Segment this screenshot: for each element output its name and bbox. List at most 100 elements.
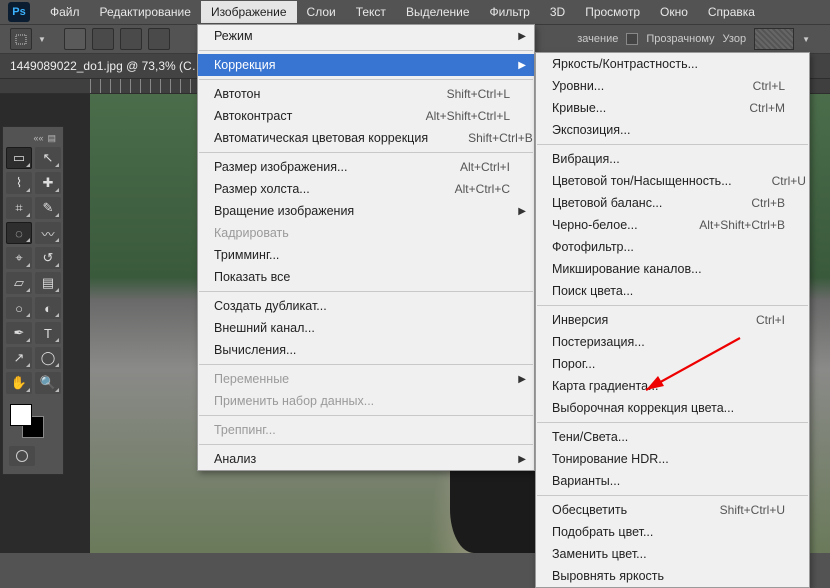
adjust-menu-item-3[interactable]: Экспозиция... [536,119,809,141]
menu-3d[interactable]: 3D [540,1,575,23]
tool-blur[interactable]: ○ [6,297,32,319]
tool-quick-select[interactable]: ✚ [35,172,61,194]
menu-item-shortcut: Ctrl+I [756,313,785,327]
tool-type[interactable]: T [35,322,61,344]
image-menu-item-10[interactable]: Вращение изображения▶ [198,200,534,222]
menu-редактирование[interactable]: Редактирование [90,1,201,23]
image-menu-item-6[interactable]: Автоматическая цветовая коррекцияShift+C… [198,127,534,149]
image-menu: Режим▶ Коррекция▶ АвтотонShift+Ctrl+LАвток… [197,24,535,471]
image-menu-item-16[interactable]: Внешний канал... [198,317,534,339]
adjust-menu-item-2[interactable]: Кривые...Ctrl+M [536,97,809,119]
panel-collapse-icon[interactable]: «« [33,133,43,143]
tool-lasso[interactable]: ⌇ [6,172,32,194]
menu-item-label: Порог... [552,357,785,371]
menu-фильтр[interactable]: Фильтр [480,1,540,23]
adjust-menu-item-11[interactable]: Поиск цвета... [536,280,809,302]
menu-item-label: Инверсия [552,313,756,327]
tool-zoom[interactable]: 🔍 [35,372,61,394]
image-menu-item-17[interactable]: Вычисления... [198,339,534,361]
menu-просмотр[interactable]: Просмотр [575,1,650,23]
menu-справка[interactable]: Справка [698,1,765,23]
new-selection-button[interactable] [64,28,86,50]
image-menu-item-8[interactable]: Размер изображения...Alt+Ctrl+I [198,156,534,178]
image-menu-item-24[interactable]: Анализ▶ [198,448,534,470]
intersect-selection-button[interactable] [148,28,170,50]
adjust-menu-item-25[interactable]: Заменить цвет... [536,543,809,565]
tool-hand[interactable]: ✋ [6,372,32,394]
image-menu-item-20: Применить набор данных... [198,390,534,412]
transparent-label: Прозрачному [646,33,714,45]
transparent-checkbox[interactable] [626,33,638,45]
adjust-menu-item-9[interactable]: Фотофильтр... [536,236,809,258]
tool-eraser[interactable]: ▱ [6,272,32,294]
color-swatches[interactable] [6,402,60,442]
adjust-menu-item-16[interactable]: Карта градиента... [536,375,809,397]
adjust-menu-item-5[interactable]: Вибрация... [536,148,809,170]
document-tab[interactable]: 1449089022_do1.jpg @ 73,3% (C… [10,59,204,73]
menu-слои[interactable]: Слои [297,1,346,23]
adjust-menu-item-1[interactable]: Уровни...Ctrl+L [536,75,809,97]
image-menu-item-2[interactable]: Коррекция▶ [198,54,534,76]
adjust-menu-separator [537,422,808,423]
adjust-menu-item-26[interactable]: Выровнять яркость [536,565,809,587]
image-menu-item-12[interactable]: Тримминг... [198,244,534,266]
adjust-menu-item-14[interactable]: Постеризация... [536,331,809,353]
tool-move[interactable]: ↖ [35,147,61,169]
menu-item-label: Размер холста... [214,182,455,196]
add-selection-button[interactable] [92,28,114,50]
adjust-menu-item-0[interactable]: Яркость/Контрастность... [536,53,809,75]
pattern-arrow[interactable]: ▼ [802,35,810,44]
tool-rect-marquee[interactable]: ▭ [6,147,32,169]
tool-clone[interactable]: ⌖ [6,247,32,269]
tool-path-select[interactable]: ↗ [6,347,32,369]
quick-mask-button[interactable] [9,446,35,466]
tool-preset-button[interactable] [10,28,32,50]
menu-текст[interactable]: Текст [346,1,396,23]
adjust-menu-item-15[interactable]: Порог... [536,353,809,375]
adjust-menu-item-8[interactable]: Черно-белое...Alt+Shift+Ctrl+B [536,214,809,236]
menu-item-label: Постеризация... [552,335,785,349]
tool-eyedropper[interactable]: ✎ [35,197,61,219]
pattern-label: Узор [723,33,747,45]
tool-shape[interactable]: ◯ [35,347,61,369]
subtract-selection-button[interactable] [120,28,142,50]
tool-brush[interactable]: 〰 [35,222,61,244]
image-menu-item-0[interactable]: Режим▶ [198,25,534,47]
menu-item-label: Обесцветить [552,503,720,517]
tool-marquee-dotted[interactable]: ◌ [6,222,32,244]
pattern-swatch[interactable] [754,28,794,50]
adjust-menu-item-17[interactable]: Выборочная коррекция цвета... [536,397,809,419]
adjust-menu-item-7[interactable]: Цветовой баланс...Ctrl+B [536,192,809,214]
adjust-menu-item-19[interactable]: Тени/Света... [536,426,809,448]
tool-preset-arrow[interactable]: ▼ [38,35,46,44]
image-menu-item-5[interactable]: АвтоконтрастAlt+Shift+Ctrl+L [198,105,534,127]
tool-history-brush[interactable]: ↺ [35,247,61,269]
image-menu-separator [199,444,533,445]
menu-item-label: Автоматическая цветовая коррекция [214,131,468,145]
adjust-menu-item-21[interactable]: Варианты... [536,470,809,492]
image-menu-separator [199,152,533,153]
tool-dodge[interactable]: ◐ [35,297,61,319]
adjust-menu-item-23[interactable]: ОбесцветитьShift+Ctrl+U [536,499,809,521]
menu-окно[interactable]: Окно [650,1,698,23]
menu-item-label: Внешний канал... [214,321,510,335]
image-menu-item-9[interactable]: Размер холста...Alt+Ctrl+C [198,178,534,200]
adjust-menu-item-24[interactable]: Подобрать цвет... [536,521,809,543]
menu-изображение[interactable]: Изображение [201,1,297,23]
tool-pen[interactable]: ✒ [6,322,32,344]
image-menu-item-15[interactable]: Создать дубликат... [198,295,534,317]
menu-item-label: Кадрировать [214,226,510,240]
foreground-swatch[interactable] [10,404,32,426]
menu-выделение[interactable]: Выделение [396,1,480,23]
image-menu-item-13[interactable]: Показать все [198,266,534,288]
adjust-menu-item-10[interactable]: Микширование каналов... [536,258,809,280]
menu-файл[interactable]: Файл [40,1,90,23]
adjust-menu-item-6[interactable]: Цветовой тон/Насыщенность...Ctrl+U [536,170,809,192]
tool-crop[interactable]: ⌗ [6,197,32,219]
panel-menu-icon[interactable]: ▤ [47,133,56,144]
image-menu-item-4[interactable]: АвтотонShift+Ctrl+L [198,83,534,105]
tool-gradient[interactable]: ▤ [35,272,61,294]
adjust-menu-item-20[interactable]: Тонирование HDR... [536,448,809,470]
menu-item-label: Микширование каналов... [552,262,785,276]
adjust-menu-item-13[interactable]: ИнверсияCtrl+I [536,309,809,331]
